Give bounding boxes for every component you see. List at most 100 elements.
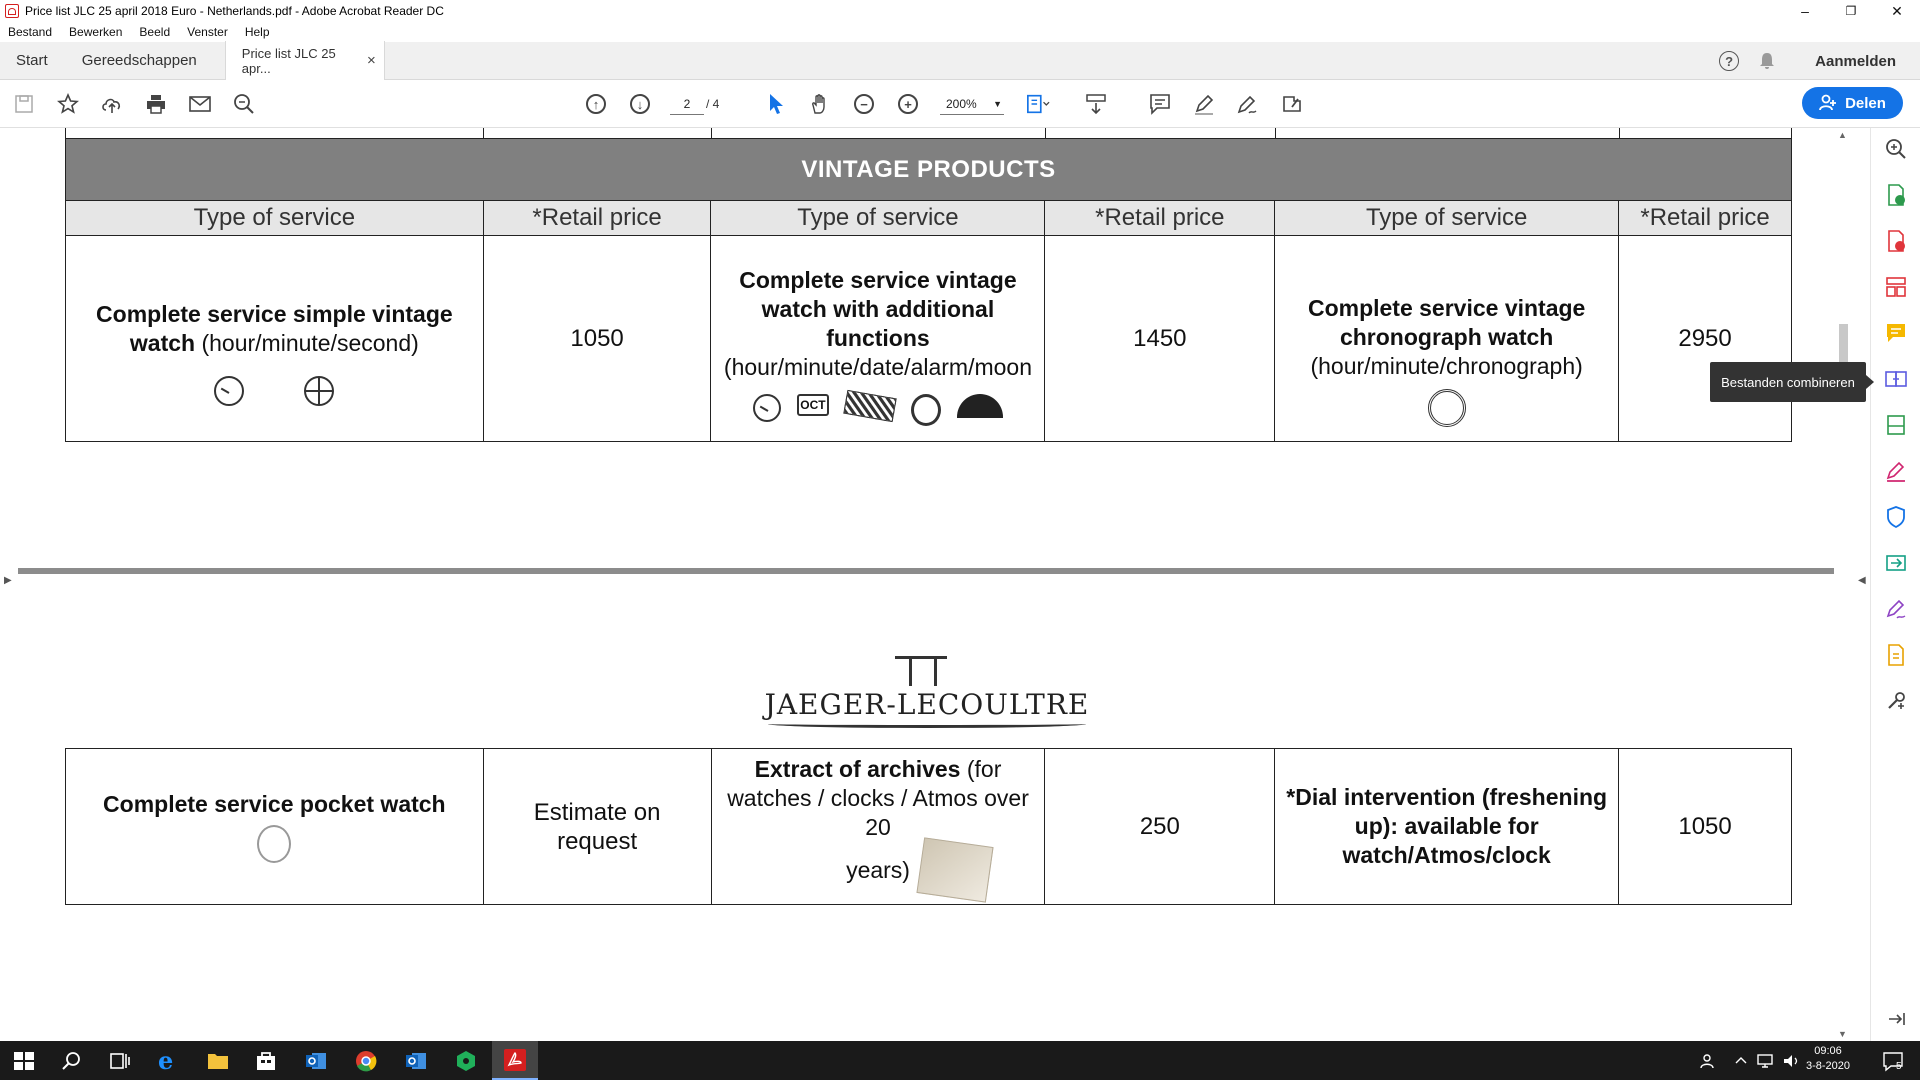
document-viewport[interactable]: VINTAGE PRODUCTS Type of service *Retail… [0,128,1834,1041]
save-icon[interactable] [12,92,36,116]
service-cell: Complete service pocket watch [65,748,484,905]
send-for-review-icon[interactable] [1885,552,1907,574]
windows-start-icon[interactable] [12,1049,36,1073]
protect-shield-icon[interactable] [1885,506,1907,528]
store-icon[interactable] [254,1049,278,1073]
send-for-signature-icon[interactable] [1885,598,1907,620]
share-button[interactable]: Delen [1802,87,1903,119]
col-header-price: *Retail price [482,200,712,236]
bookmark-star-icon[interactable] [56,92,80,116]
price-cell: Estimate on request [482,748,712,905]
outlook-icon-2[interactable] [404,1049,428,1073]
zoom-tool-icon[interactable] [1885,138,1907,160]
function-icons: OCT [719,389,1036,426]
print-icon[interactable] [144,92,168,116]
page-number-input[interactable]: 2 [670,93,704,115]
page-fit-icon[interactable] [1026,92,1050,116]
page-total: / 4 [706,97,720,111]
network-icon[interactable] [1756,1053,1776,1069]
menu-window[interactable]: Venster [187,25,228,39]
menu-edit[interactable]: Bewerken [69,25,122,39]
organize-pages-icon[interactable] [1885,276,1907,298]
sign-in-link[interactable]: Aanmelden [1815,53,1896,70]
highlight-pen-icon[interactable] [1192,92,1216,116]
right-pane-toggle-icon[interactable]: ◀ [1858,575,1866,586]
outlook-icon[interactable] [304,1049,328,1073]
acrobat-taskbar-button[interactable] [492,1041,538,1080]
scroll-down-icon[interactable]: ▼ [1838,1029,1847,1039]
notification-bell-icon[interactable] [1759,52,1775,70]
create-pdf-icon[interactable] [1885,230,1907,252]
tab-document[interactable]: Price list JLC 25 apr... × [224,41,385,80]
windows-taskbar: e 5 [0,1041,1920,1080]
chevron-up-icon[interactable] [1734,1055,1748,1065]
service-name: Extract of archives [754,756,961,782]
help-icon[interactable]: ? [1719,51,1740,71]
combine-files-icon[interactable] [1885,368,1907,390]
task-view-icon[interactable] [108,1049,132,1073]
add-user-icon [1819,94,1837,111]
menu-help[interactable]: Help [245,25,270,39]
col-header-price: *Retail price [1618,200,1792,236]
sign-icon[interactable] [1236,92,1260,116]
menu-file[interactable]: Bestand [8,25,52,39]
service-cell: Complete service vintage watch with addi… [710,235,1046,442]
alarm-clock-icon [910,394,941,426]
service-cell: *Dial intervention (freshening up): avai… [1274,748,1620,905]
function-icons [1283,389,1610,427]
vertical-scrollbar[interactable]: ▲ ▼ [1834,128,1852,1041]
additional-services-table: Complete service pocket watch Estimate o… [65,748,1792,905]
previous-page-icon[interactable]: ↑ [586,94,606,114]
zoom-in-icon[interactable]: + [898,94,918,114]
service-detail: (hour/minute/date/alarm/moon [723,354,1033,380]
calendar-cards-icon [843,389,897,423]
fill-sign-icon[interactable] [1885,460,1907,482]
more-tools-icon[interactable] [1885,690,1907,712]
zoom-select[interactable]: 200% ▼ [940,93,1004,115]
select-cursor-icon[interactable] [764,92,788,116]
scroll-up-icon[interactable]: ▲ [1838,130,1847,140]
compress-pdf-icon[interactable] [1885,414,1907,436]
price-cell: 1450 [1044,235,1276,442]
previous-row-borders [65,128,1792,138]
close-button[interactable]: ✕ [1874,0,1920,22]
comment-tool-icon[interactable] [1885,322,1907,344]
left-pane-toggle-icon[interactable]: ▶ [4,575,12,586]
zoom-out-icon[interactable]: − [854,94,874,114]
search-icon[interactable] [60,1049,84,1073]
hand-tool-icon[interactable] [808,92,832,116]
email-icon[interactable] [188,92,212,116]
edge-browser-icon[interactable]: e [158,1049,182,1073]
next-page-icon[interactable]: ↓ [630,94,650,114]
logo-mark [895,648,947,688]
people-icon[interactable] [1700,1053,1718,1069]
redact-edit-icon[interactable] [1280,92,1304,116]
tab-tools[interactable]: Gereedschappen [64,42,213,80]
export-pdf-icon[interactable] [1885,184,1907,206]
service-detail: (hour/minute/second) [195,330,419,356]
clock-icon [752,394,781,422]
tab-start[interactable]: Start [0,42,64,80]
tools-pane [1870,128,1920,1041]
upload-cloud-icon[interactable] [100,92,124,116]
tab-close-icon[interactable]: × [367,52,376,69]
file-explorer-icon[interactable] [206,1049,230,1073]
scrollbar-thumb[interactable] [1839,324,1848,364]
scroll-mode-icon[interactable] [1084,92,1108,116]
col-header-service: Type of service [1274,200,1620,236]
menu-view[interactable]: Beeld [139,25,170,39]
collapse-pane-icon[interactable] [1885,1008,1907,1030]
price-cell: 250 [1044,748,1276,905]
security-app-icon[interactable] [454,1049,478,1073]
minimize-button[interactable]: – [1782,0,1828,22]
chrome-icon[interactable] [354,1049,378,1073]
search-icon[interactable] [232,92,256,116]
volume-icon[interactable] [1782,1053,1800,1069]
clock-date: 3-8-2020 [1806,1060,1851,1072]
comment-icon[interactable] [1148,92,1172,116]
certificate-icon[interactable] [1885,644,1907,666]
restore-button[interactable]: ❐ [1828,0,1874,22]
price-cell: 2950 [1618,235,1792,442]
service-cell: Extract of archives (for watches / clock… [710,748,1046,905]
clock[interactable]: 09:06 3-8-2020 [1806,1044,1850,1074]
